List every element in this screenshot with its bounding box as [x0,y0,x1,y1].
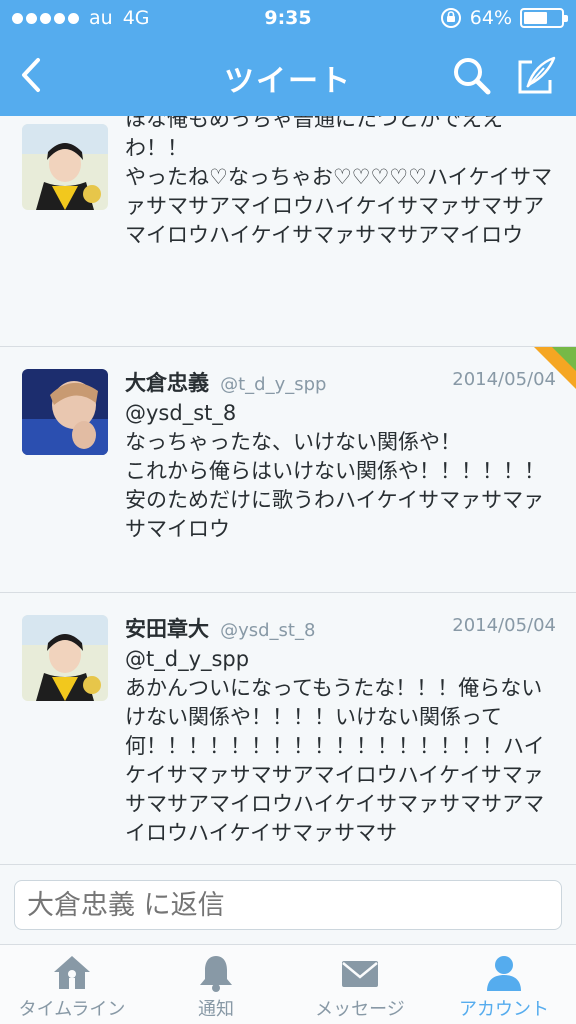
tweet-body: 安田章大 @ysd_st_8 2014/05/04 @t_d_y_spp あかん… [125,613,556,848]
home-icon [54,956,90,989]
tweet-item[interactable]: 大倉忠義 @t_d_y_spp 2014/05/04 @ysd_st_8 なっち… [0,347,576,593]
battery-icon [520,8,568,28]
tab-label: メッセージ [315,999,405,1020]
bell-icon [200,956,232,992]
tweet-author-name[interactable]: 大倉忠義 [125,371,209,395]
tweet-header: 大倉忠義 @t_d_y_spp 2014/05/04 [125,367,556,399]
search-icon[interactable] [450,54,494,98]
person-icon [487,956,521,991]
tab-notifications[interactable]: 通知 [144,945,288,1024]
avatar[interactable] [22,124,108,210]
orientation-lock-icon [440,8,461,28]
tweet-date: 2014/05/04 [452,615,556,636]
compose-icon[interactable] [514,54,558,98]
tab-label: タイムライン [18,999,126,1020]
tab-account[interactable]: アカウント [432,945,576,1024]
tweet-list[interactable]: @t_d_y_spp ほな俺もめっちゃ普通にたつとかでええわ！！ やったね♡なっ… [0,116,576,864]
battery-fill [524,12,548,24]
tweet-item[interactable]: @t_d_y_spp ほな俺もめっちゃ普通にたつとかでええわ！！ やったね♡なっ… [0,116,576,347]
tweet-text: @ysd_st_8 なっちゃったな、いけない関係や！ これから俺らはいけない関係… [125,401,545,541]
tab-messages[interactable]: メッセージ [288,945,432,1024]
tab-label: アカウント [459,999,549,1020]
status-bar: au 4G 9:35 64% [0,0,576,38]
tweet-item[interactable]: 安田章大 @ysd_st_8 2014/05/04 @t_d_y_spp あかん… [0,593,576,864]
tweet-body: @t_d_y_spp ほな俺もめっちゃ普通にたつとかでええわ！！ やったね♡なっ… [125,116,556,250]
tweet-text: @t_d_y_spp あかんついになってもうたな！！！俺らないけない関係や！！！… [125,647,545,845]
tweet-author-name[interactable]: 安田章大 [125,617,209,641]
avatar[interactable] [22,615,108,701]
battery-percent: 64% [469,7,512,29]
tweet-author-handle[interactable]: @ysd_st_8 [220,620,315,641]
tweet-text: @t_d_y_spp ほな俺もめっちゃ普通にたつとかでええわ！！ やったね♡なっ… [125,116,553,247]
tab-timeline[interactable]: タイムライン [0,945,144,1024]
status-right: 64% [440,7,568,29]
tweet-header: 安田章大 @ysd_st_8 2014/05/04 [125,613,556,645]
avatar[interactable] [22,369,108,455]
tab-label: 通知 [198,999,234,1020]
nav-bar: ツイート [0,38,576,116]
tweet-author-handle[interactable]: @t_d_y_spp [220,374,326,395]
reply-input[interactable] [14,880,562,930]
tweet-date: 2014/05/04 [452,369,556,390]
tweet-body: 大倉忠義 @t_d_y_spp 2014/05/04 @ysd_st_8 なっち… [125,367,556,544]
reply-bar [0,864,576,944]
envelope-icon [342,961,378,987]
tab-bar: タイムライン 通知 メッセージ アカウント [0,944,576,1024]
